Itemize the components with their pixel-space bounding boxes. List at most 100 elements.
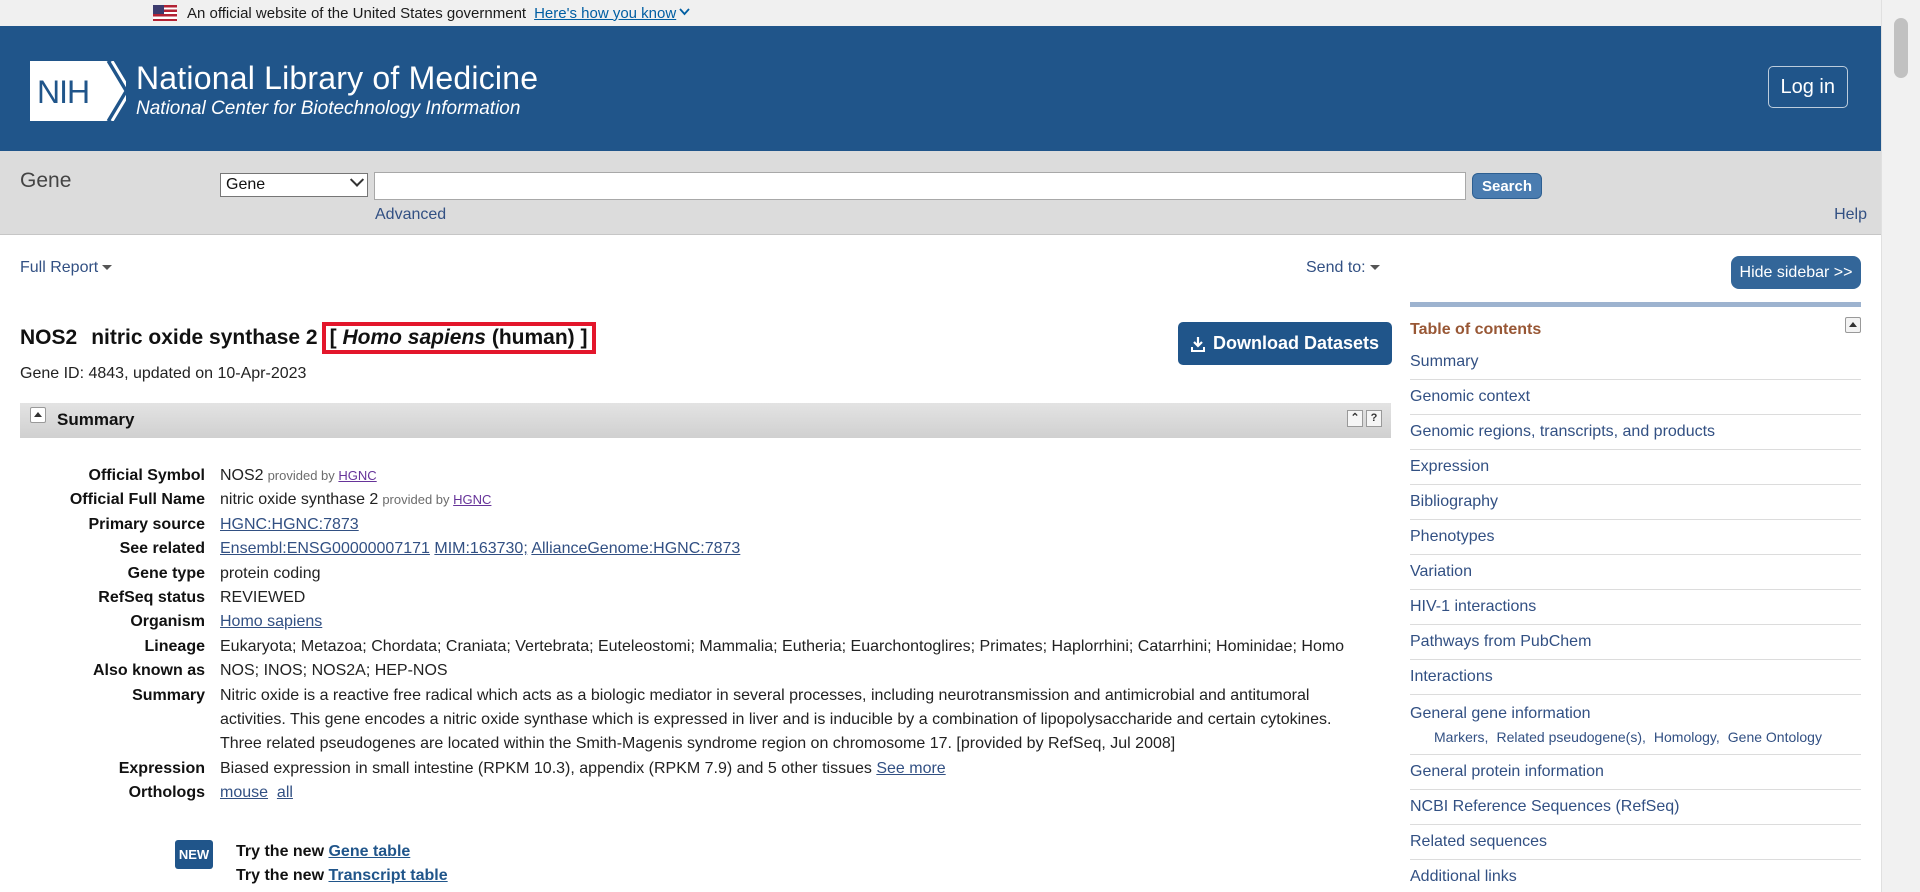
toc-item-additional-links[interactable]: Additional links <box>1410 860 1861 892</box>
nlm-header: NIH National Library of Medicine Nationa… <box>0 26 1881 151</box>
mim-link[interactable]: MIM:163730; <box>434 540 527 557</box>
summary-value: Nitric oxide is a reactive free radical … <box>220 686 1332 753</box>
toc-item-general-protein-info[interactable]: General protein information <box>1410 755 1861 790</box>
toc-item-expression[interactable]: Expression <box>1410 450 1861 485</box>
row-label: Official Full Name <box>69 491 205 509</box>
send-to-label: Send to: <box>1306 259 1366 276</box>
toc-subitem-homology[interactable]: Homology, <box>1654 729 1720 745</box>
page-scrollbar[interactable] <box>1881 0 1920 892</box>
login-button[interactable]: Log in <box>1767 66 1848 108</box>
gene-table-link[interactable]: Gene table <box>328 843 410 860</box>
nlm-title[interactable]: National Library of Medicine <box>136 60 538 97</box>
search-input[interactable] <box>374 172 1466 200</box>
organism-link[interactable]: Homo sapiens <box>220 613 322 630</box>
official-full-name-row: Official Full Name nitric oxide synthase… <box>20 488 1391 512</box>
organism-row: Organism Homo sapiens <box>20 610 1391 634</box>
row-label: Summary <box>132 686 205 704</box>
expression-row: Expression Biased expression in small in… <box>20 757 1391 781</box>
page-title: NOS2 nitric oxide synthase 2[ Homo sapien… <box>20 322 596 354</box>
toc-item-refseq[interactable]: NCBI Reference Sequences (RefSeq) <box>1410 790 1861 825</box>
row-label: Orthologs <box>128 784 205 802</box>
expression-value: Biased expression in small intestine (RP… <box>220 759 872 777</box>
gene-type-value: protein coding <box>220 564 321 582</box>
collapse-icon[interactable] <box>30 407 46 423</box>
advanced-search-link[interactable]: Advanced <box>375 206 446 224</box>
alliance-genome-link[interactable]: AllianceGenome:HGNC:7873 <box>531 540 740 557</box>
caret-down-icon <box>102 265 113 271</box>
row-label: RefSeq status <box>98 589 205 607</box>
scrollbar-thumb[interactable] <box>1894 18 1908 78</box>
hgnc-provider-link[interactable]: HGNC <box>453 492 491 507</box>
heres-how-you-know-link[interactable]: Here's how you know <box>534 5 676 22</box>
toc-item-general-gene-info-group: General gene information Markers, Relate… <box>1410 695 1861 755</box>
toc-item-interactions[interactable]: Interactions <box>1410 660 1861 695</box>
toc-item-bibliography[interactable]: Bibliography <box>1410 485 1861 520</box>
bracket-close: ] <box>580 326 588 349</box>
toc-item-phenotypes[interactable]: Phenotypes <box>1410 520 1861 555</box>
gene-symbol: NOS2 <box>20 326 78 349</box>
row-label: Organism <box>130 613 205 631</box>
database-select[interactable]: Gene <box>220 172 368 197</box>
us-flag-icon <box>153 5 177 21</box>
also-known-as-value: NOS; INOS; NOS2A; HEP-NOS <box>220 662 448 680</box>
download-datasets-button[interactable]: Download Datasets <box>1178 322 1392 365</box>
also-known-as-row: Also known as NOS; INOS; NOS2A; HEP-NOS <box>20 659 1391 683</box>
try-prefix: Try the new <box>236 843 325 860</box>
provided-by-text: provided by <box>267 468 335 483</box>
gene-id-meta: Gene ID: 4843, updated on 10-Apr-2023 <box>20 365 307 382</box>
toc-item-pathways-pubchem[interactable]: Pathways from PubChem <box>1410 625 1861 660</box>
primary-source-link[interactable]: HGNC:HGNC:7873 <box>220 516 359 533</box>
toc-item-variation[interactable]: Variation <box>1410 555 1861 590</box>
chevron-down-icon[interactable] <box>679 7 690 19</box>
transcript-table-link[interactable]: Transcript table <box>328 867 447 884</box>
row-label: See related <box>119 540 205 558</box>
help-link[interactable]: Help <box>1834 206 1867 224</box>
search-bar: Gene Gene Search Advanced Help <box>0 151 1881 235</box>
provided-by-text: provided by <box>382 492 450 508</box>
hgnc-provider-link[interactable]: HGNC <box>338 468 376 483</box>
svg-text:NIH: NIH <box>37 74 89 110</box>
toc-subitem-pseudogenes[interactable]: Related pseudogene(s), <box>1496 729 1645 745</box>
toc-item-genomic-regions[interactable]: Genomic regions, transcripts, and produc… <box>1410 415 1861 450</box>
see-related-row: See related Ensembl:ENSG00000007171 MIM:… <box>20 537 1391 561</box>
scroll-to-top-icon[interactable]: ⌃ <box>1347 410 1363 427</box>
official-full-name-value: nitric oxide synthase 2 <box>220 491 379 509</box>
chevron-down-icon <box>349 172 365 187</box>
send-to-menu[interactable]: Send to: <box>1306 259 1380 277</box>
species-scientific-name: Homo sapiens <box>342 326 486 349</box>
orthologs-all-link[interactable]: all <box>277 784 293 801</box>
toc-item-summary[interactable]: Summary <box>1410 345 1861 380</box>
summary-section-title: Summary <box>57 410 135 429</box>
toc-item-genomic-context[interactable]: Genomic context <box>1410 380 1861 415</box>
toc-title: Table of contents <box>1410 321 1542 338</box>
collapse-icon[interactable] <box>1845 317 1861 333</box>
row-label: Lineage <box>144 637 205 655</box>
toc-item-related-sequences[interactable]: Related sequences <box>1410 825 1861 860</box>
toc-list: Summary Genomic context Genomic regions,… <box>1410 345 1861 892</box>
search-button[interactable]: Search <box>1472 173 1542 199</box>
download-icon <box>1190 336 1205 352</box>
row-label: Official Symbol <box>88 467 205 484</box>
row-label: Primary source <box>88 515 205 533</box>
toc-subitem-markers[interactable]: Markers, <box>1434 729 1488 745</box>
toc-item-general-gene-info[interactable]: General gene information <box>1410 705 1591 723</box>
nih-logo-icon[interactable]: NIH <box>30 61 126 121</box>
caret-down-icon <box>1369 265 1380 271</box>
orthologs-mouse-link[interactable]: mouse <box>220 784 268 801</box>
new-badge: NEW <box>175 840 213 869</box>
species-common-name: (human) <box>491 326 575 349</box>
refseq-status-row: RefSeq status REVIEWED <box>20 586 1391 610</box>
ncbi-subtitle: National Center for Biotechnology Inform… <box>136 98 521 119</box>
gene-type-row: Gene type protein coding <box>20 562 1391 586</box>
toc-header: Table of contents <box>1410 307 1861 339</box>
help-icon[interactable]: ? <box>1366 410 1382 427</box>
summary-table: Official Symbol NOS2 provided by HGNC Off… <box>20 464 1391 806</box>
hide-sidebar-button[interactable]: Hide sidebar >> <box>1731 256 1861 289</box>
row-label: Gene type <box>127 564 205 582</box>
toc-subitem-gene-ontology[interactable]: Gene Ontology <box>1728 729 1822 745</box>
full-report-menu[interactable]: Full Report <box>20 259 113 277</box>
see-more-link[interactable]: See more <box>876 760 945 777</box>
orthologs-row: Orthologs mouse all <box>20 781 1391 805</box>
toc-item-hiv-interactions[interactable]: HIV-1 interactions <box>1410 590 1861 625</box>
ensembl-link[interactable]: Ensembl:ENSG00000007171 <box>220 540 430 557</box>
